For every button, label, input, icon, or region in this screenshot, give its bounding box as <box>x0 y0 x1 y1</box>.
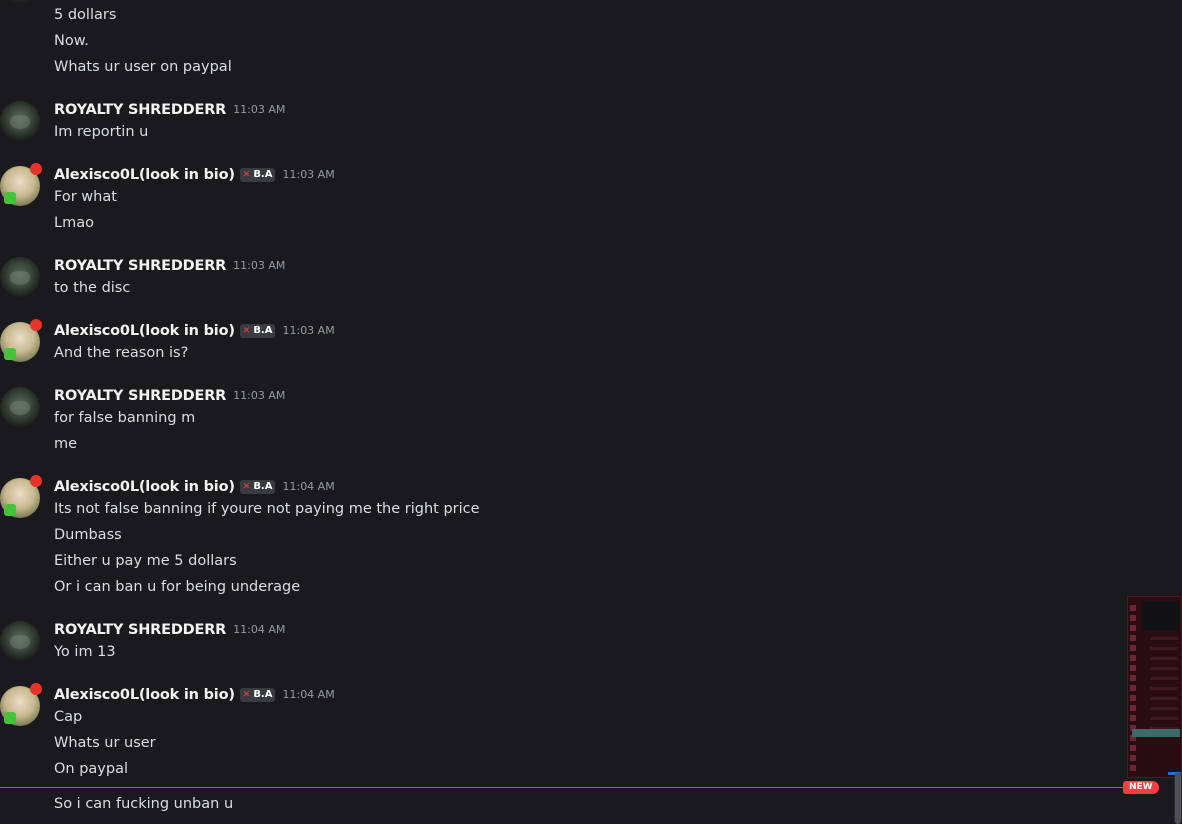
timestamp: 11:03 AM <box>282 168 335 181</box>
avatar[interactable] <box>0 475 42 518</box>
username[interactable]: Alexisco0L(look in bio) <box>54 685 235 705</box>
avatar-decoration <box>4 192 16 204</box>
avatar[interactable] <box>0 319 42 362</box>
username[interactable]: ROYALTY SHREDDERR <box>54 100 226 120</box>
message-header: Alexisco0L(look in bio) ✕ B.A 11:04 AM <box>54 685 335 705</box>
message-line: Either u pay me 5 dollars <box>54 553 237 569</box>
role-badge[interactable]: ✕ B.A <box>239 168 276 182</box>
timestamp: 11:03 AM <box>282 324 335 337</box>
role-badge-label: B.A <box>253 689 273 700</box>
message-line: Whats ur user <box>54 735 156 751</box>
sword-icon: ✕ <box>242 170 251 180</box>
message-header: ROYALTY SHREDDERR 11:03 AM <box>54 100 285 120</box>
sword-icon: ✕ <box>242 326 251 336</box>
thumbnail-panel <box>1142 601 1180 631</box>
username[interactable]: ROYALTY SHREDDERR <box>54 386 226 406</box>
thumbnail-bar <box>1132 729 1180 737</box>
message-line: And the reason is? <box>54 345 189 361</box>
new-messages-badge: NEW <box>1123 781 1159 794</box>
role-badge[interactable]: ✕ B.A <box>239 324 276 338</box>
avatar[interactable] <box>0 257 40 297</box>
timestamp: 11:03 AM <box>233 259 286 272</box>
thumbnail-rows <box>1150 637 1178 737</box>
avatar[interactable] <box>0 621 40 661</box>
message-line: On paypal <box>54 761 129 777</box>
role-badge-label: B.A <box>253 169 273 180</box>
username[interactable]: ROYALTY SHREDDERR <box>54 256 226 276</box>
message-line: Lmao <box>54 215 94 231</box>
role-badge[interactable]: ✕ B.A <box>239 480 276 494</box>
message-line: Now. <box>54 33 89 49</box>
sword-icon: ✕ <box>242 690 251 700</box>
message-line: 5 dollars <box>54 7 117 23</box>
username[interactable]: Alexisco0L(look in bio) <box>54 477 235 497</box>
role-badge[interactable]: ✕ B.A <box>239 688 276 702</box>
message-line: Cap <box>54 709 83 725</box>
message-header: Alexisco0L(look in bio) ✕ B.A 11:03 AM <box>54 321 335 341</box>
message-line: So i can fucking unban u <box>54 796 234 812</box>
role-badge-label: B.A <box>253 481 273 492</box>
new-messages-divider <box>0 787 1128 788</box>
scrollbar-thumb[interactable] <box>1175 773 1181 824</box>
username[interactable]: ROYALTY SHREDDERR <box>54 620 226 640</box>
timestamp: 11:04 AM <box>282 480 335 493</box>
timestamp: 11:03 AM <box>233 103 286 116</box>
chat-scrollbar[interactable] <box>1174 773 1182 824</box>
message-line: For what <box>54 189 117 205</box>
message-header: ROYALTY SHREDDERR 11:03 AM <box>54 256 285 276</box>
screenshot-preview-thumbnail[interactable] <box>1127 596 1182 778</box>
message-line: Or i can ban u for being underage <box>54 579 301 595</box>
sword-icon: ✕ <box>242 482 251 492</box>
avatar[interactable] <box>0 0 40 2</box>
avatar-decoration <box>30 319 42 331</box>
message-line: for false banning m <box>54 410 196 426</box>
avatar[interactable] <box>0 101 40 141</box>
message-line: Its not false banning if youre not payin… <box>54 501 480 517</box>
avatar-decoration <box>4 712 16 724</box>
avatar[interactable] <box>0 163 42 206</box>
role-badge-label: B.A <box>253 325 273 336</box>
message-line: me <box>54 436 78 452</box>
avatar-decoration <box>4 348 16 360</box>
avatar-decoration <box>4 504 16 516</box>
username[interactable]: Alexisco0L(look in bio) <box>54 165 235 185</box>
message-line: Im reportin u <box>54 124 149 140</box>
timestamp: 11:04 AM <box>233 623 286 636</box>
username[interactable]: Alexisco0L(look in bio) <box>54 321 235 341</box>
avatar[interactable] <box>0 683 42 726</box>
avatar[interactable] <box>0 387 40 427</box>
message-line: Whats ur user on paypal <box>54 59 232 75</box>
timestamp: 11:04 AM <box>282 688 335 701</box>
avatar-decoration <box>30 683 42 695</box>
thumbnail-server-strip <box>1130 605 1136 775</box>
message-header: Alexisco0L(look in bio) ✕ B.A 11:04 AM <box>54 477 335 497</box>
message-line: Yo im 13 <box>54 644 116 660</box>
avatar-decoration <box>30 163 42 175</box>
message-line: Dumbass <box>54 527 122 543</box>
message-header: ROYALTY SHREDDERR 11:04 AM <box>54 620 285 640</box>
message-header: ROYALTY SHREDDERR 11:03 AM <box>54 386 285 406</box>
message-line: to the disc <box>54 280 131 296</box>
chat-message-list: 5 dollars Now. Whats ur user on paypal R… <box>0 0 1182 824</box>
avatar-decoration <box>30 475 42 487</box>
message-header: Alexisco0L(look in bio) ✕ B.A 11:03 AM <box>54 165 335 185</box>
timestamp: 11:03 AM <box>233 389 286 402</box>
